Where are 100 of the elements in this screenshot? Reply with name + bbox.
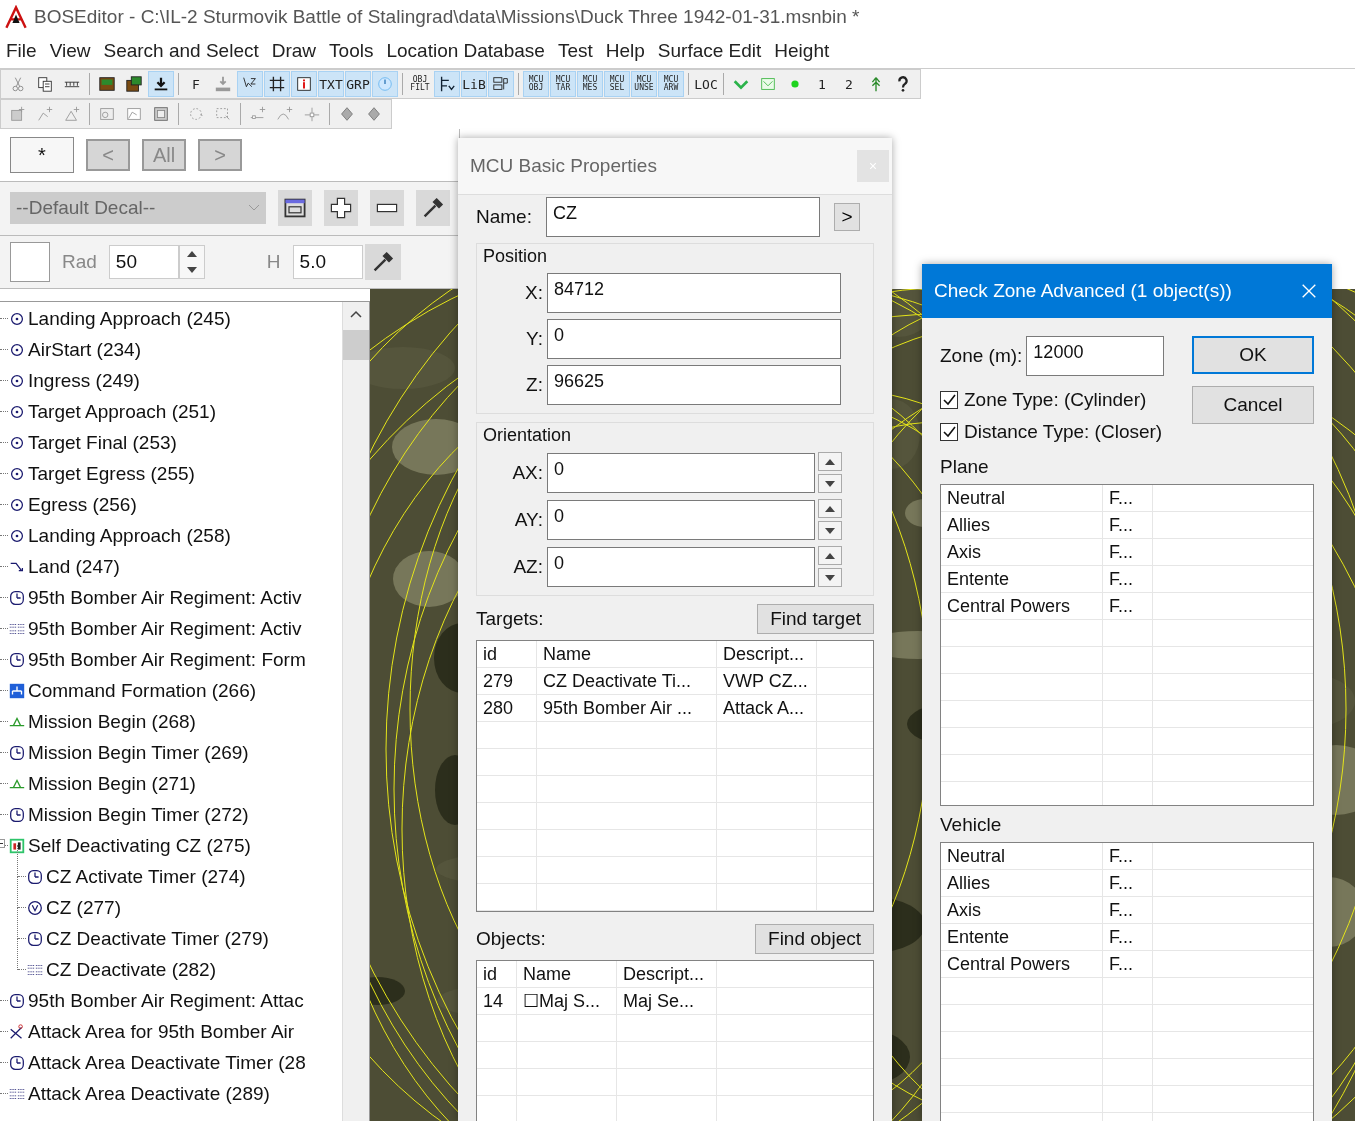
menu-item[interactable]: Tools <box>323 40 381 62</box>
column-header[interactable]: id <box>477 641 537 668</box>
tree-item[interactable]: Attack Area Deactivate Timer (28 <box>28 1051 306 1074</box>
find-target-button[interactable]: Find target <box>757 604 874 634</box>
tree-item[interactable]: CZ Deactivate (282) <box>46 958 216 981</box>
dialog-button[interactable]: OK <box>1192 336 1314 374</box>
toolbar-button[interactable] <box>264 71 290 97</box>
menu-item[interactable]: Help <box>599 40 652 62</box>
scroll-thumb[interactable] <box>343 330 369 360</box>
toolbar-button[interactable] <box>148 71 174 97</box>
menu-item[interactable]: Search and Select <box>97 40 266 62</box>
rad-field[interactable]: 50 <box>108 244 179 279</box>
color-swatch[interactable] <box>10 241 50 282</box>
list-cell[interactable]: Entente <box>941 924 1103 951</box>
menu-item[interactable]: Location Database <box>380 40 552 62</box>
tree-item[interactable]: Self Deactivating CZ (275) <box>28 834 251 857</box>
checkbox[interactable] <box>940 391 958 409</box>
coordinate-field[interactable]: 0 <box>547 319 841 359</box>
toolbar-button[interactable]: F <box>183 71 209 97</box>
list-cell[interactable]: F... <box>1103 870 1153 897</box>
add-button[interactable] <box>323 190 358 227</box>
tree-item[interactable]: 95th Bomber Air Regiment: Activ <box>28 617 302 640</box>
toolbar-button[interactable]: MCU OBJ <box>523 71 549 97</box>
toolbar-button[interactable]: LiB <box>461 71 487 97</box>
toolbar-button[interactable]: TXT <box>318 71 344 97</box>
scrollbar[interactable] <box>342 302 369 1121</box>
zone-field[interactable]: 12000 <box>1026 336 1165 376</box>
angle-field[interactable]: 0 <box>547 546 815 587</box>
find-object-button[interactable]: Find object <box>755 924 874 954</box>
tree-item[interactable]: Ingress (249) <box>28 369 140 392</box>
toolbar-button[interactable]: LOC <box>693 71 719 97</box>
tree-item[interactable]: Land (247) <box>28 555 120 578</box>
dialog-button[interactable]: Cancel <box>1192 386 1314 424</box>
spin-up-button[interactable] <box>818 452 842 471</box>
column-header[interactable]: Name <box>537 641 717 668</box>
toolbar-button[interactable]: MCU TAR <box>550 71 576 97</box>
tree-item[interactable]: CZ (277) <box>46 896 121 919</box>
list-cell[interactable]: F... <box>1103 539 1153 566</box>
tree-item[interactable]: 95th Bomber Air Regiment: Activ <box>28 586 302 609</box>
tree-item[interactable]: Target Egress (255) <box>28 462 195 485</box>
column-header[interactable]: id <box>477 961 517 988</box>
tree-item[interactable]: Attack Area Deactivate (289) <box>28 1082 270 1105</box>
list-cell[interactable]: F... <box>1103 593 1153 620</box>
coordinate-field[interactable]: 84712 <box>547 273 841 313</box>
tree-item[interactable]: Mission Begin (268) <box>28 710 196 733</box>
list-cell[interactable]: Central Powers <box>941 951 1103 978</box>
checkbox[interactable] <box>940 423 958 441</box>
spin-down-button[interactable] <box>818 521 842 540</box>
list-cell[interactable]: F... <box>1103 485 1153 512</box>
toolbar-button[interactable]: 2 <box>836 71 862 97</box>
menu-item[interactable]: View <box>43 40 98 62</box>
tree-item[interactable]: Target Approach (251) <box>28 400 216 423</box>
toolbar-button[interactable]: MCU SEL <box>604 71 630 97</box>
list-cell[interactable]: F... <box>1103 897 1153 924</box>
eyedropper-button[interactable] <box>415 190 450 227</box>
spin-down-button[interactable] <box>818 568 842 587</box>
menu-item[interactable]: Surface Edit <box>651 40 769 62</box>
tree-item[interactable]: Command Formation (266) <box>28 679 257 702</box>
tree-item[interactable]: 95th Bomber Air Regiment: Form <box>28 648 306 671</box>
list-cell[interactable]: Entente <box>941 566 1103 593</box>
tree-item[interactable]: Mission Begin (271) <box>28 772 196 795</box>
name-field[interactable]: CZ <box>545 197 820 237</box>
list-cell[interactable]: Neutral <box>941 843 1103 870</box>
angle-field[interactable]: 0 <box>547 452 815 493</box>
list-cell[interactable]: F... <box>1103 951 1153 978</box>
tree-item[interactable]: 95th Bomber Air Regiment: Attac <box>28 989 304 1012</box>
menu-item[interactable]: Height <box>768 40 837 62</box>
tree-item[interactable]: Mission Begin Timer (272) <box>28 803 249 826</box>
list-cell[interactable]: Allies <box>941 512 1103 539</box>
coordinate-field[interactable]: 96625 <box>547 365 841 405</box>
menu-item[interactable]: File <box>0 40 44 62</box>
list-cell[interactable]: F... <box>1103 566 1153 593</box>
filter-button[interactable]: * <box>10 137 74 174</box>
spin-up-button[interactable] <box>818 499 842 518</box>
toolbar-button[interactable]: MCU ARW <box>658 71 684 97</box>
tree-item[interactable]: Landing Approach (245) <box>28 307 231 330</box>
column-header[interactable]: Descript... <box>717 641 817 668</box>
list-cell[interactable]: Axis <box>941 897 1103 924</box>
list-cell[interactable]: F... <box>1103 512 1153 539</box>
list-cell[interactable]: F... <box>1103 924 1153 951</box>
spin-up-button[interactable] <box>818 546 842 565</box>
eyedropper-button[interactable] <box>364 243 401 280</box>
list-cell[interactable]: Central Powers <box>941 593 1103 620</box>
column-header[interactable]: Descript... <box>617 961 717 988</box>
list-cell[interactable]: F... <box>1103 843 1153 870</box>
remove-button[interactable] <box>369 190 404 227</box>
column-header[interactable]: Name <box>517 961 617 988</box>
toolbar-button[interactable]: MCU UNSE <box>631 71 657 97</box>
toolbar-button[interactable] <box>291 71 317 97</box>
tree-item[interactable]: Attack Area for 95th Bomber Air <box>28 1020 295 1043</box>
tree-item[interactable]: Mission Begin Timer (269) <box>28 741 249 764</box>
toolbar-button[interactable] <box>434 71 460 97</box>
toolbar-button[interactable] <box>488 71 514 97</box>
tree-item[interactable]: Target Final (253) <box>28 431 177 454</box>
list-cell[interactable]: Neutral <box>941 485 1103 512</box>
window-button[interactable] <box>277 190 312 227</box>
tree-item[interactable]: CZ Activate Timer (274) <box>46 865 246 888</box>
list-cell[interactable]: Allies <box>941 870 1103 897</box>
menu-item[interactable]: Draw <box>265 40 324 62</box>
toolbar-button[interactable]: OBJ FILT <box>407 71 433 97</box>
